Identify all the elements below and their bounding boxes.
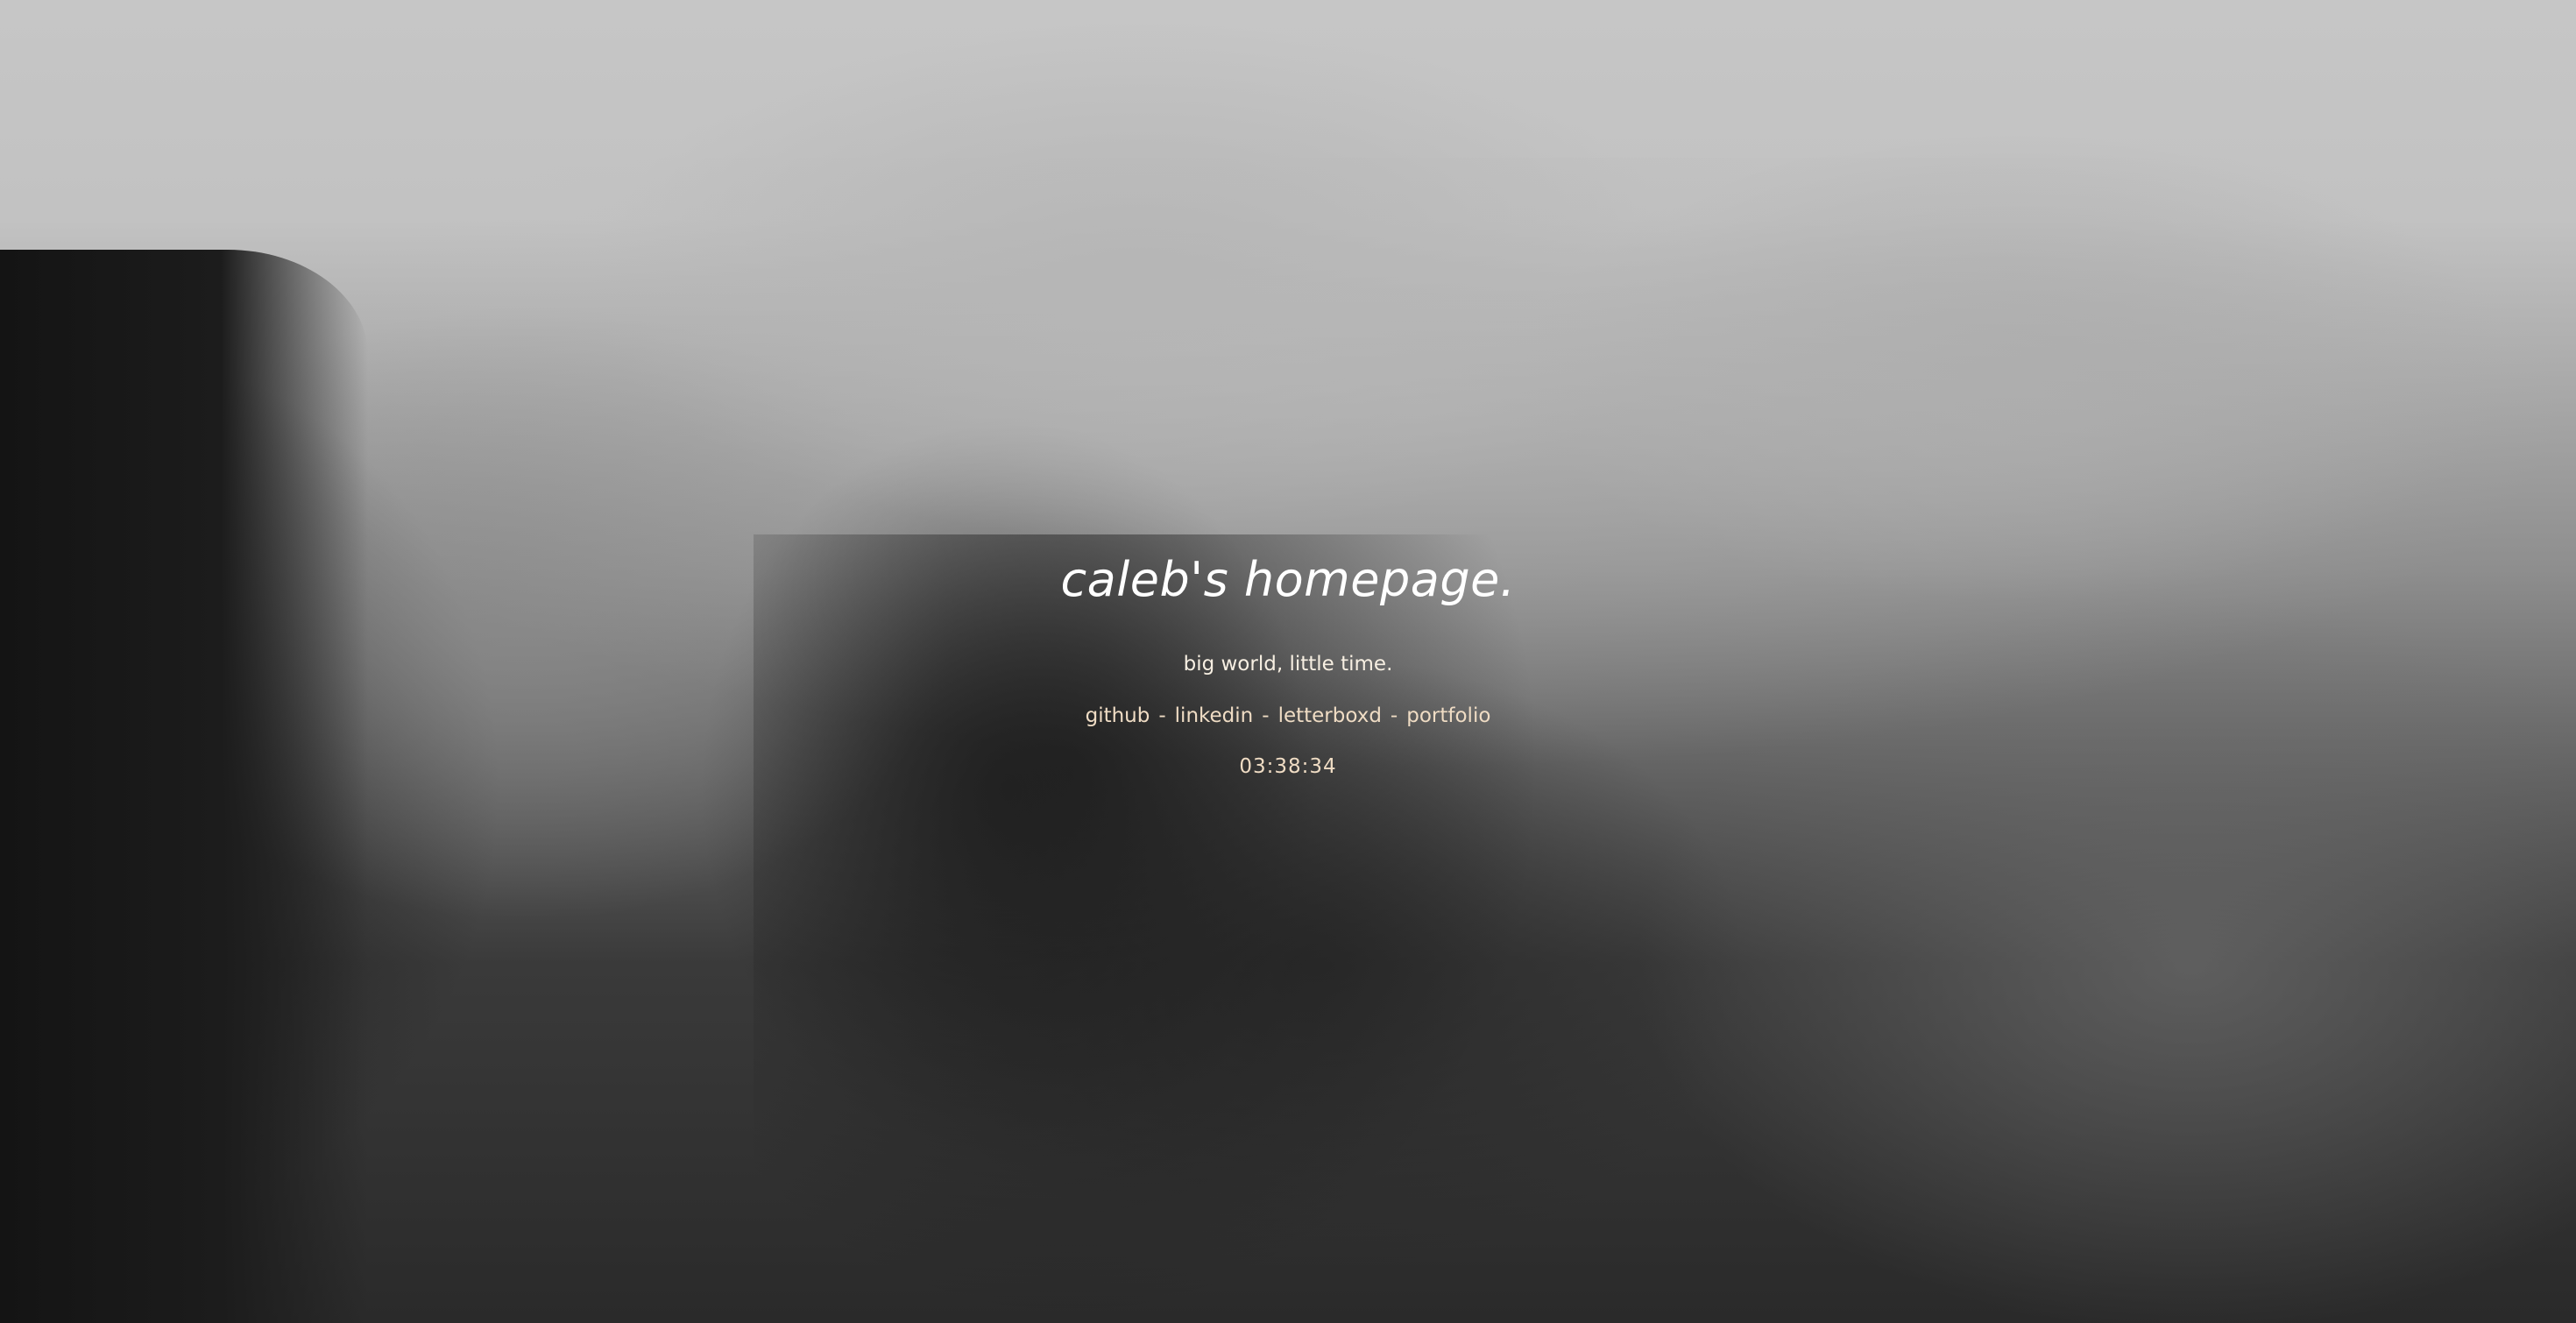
page-title: caleb's homepage.: [1060, 552, 1516, 607]
portfolio-link[interactable]: portfolio: [1406, 704, 1490, 727]
linkedin-link[interactable]: linkedin: [1175, 704, 1254, 727]
github-link[interactable]: github: [1086, 704, 1150, 727]
link-separator: -: [1390, 704, 1398, 727]
link-separator: -: [1158, 704, 1166, 727]
tagline: big world, little time.: [1183, 653, 1393, 676]
link-separator: -: [1262, 704, 1270, 727]
clock: 03:38:34: [1239, 755, 1337, 778]
letterboxd-link[interactable]: letterboxd: [1278, 704, 1382, 727]
homepage: caleb's homepage. big world, little time…: [0, 0, 2576, 1323]
social-links: github - linkedin - letterboxd - portfolio: [0, 704, 2576, 727]
hero-content: caleb's homepage. big world, little time…: [0, 0, 2576, 1323]
